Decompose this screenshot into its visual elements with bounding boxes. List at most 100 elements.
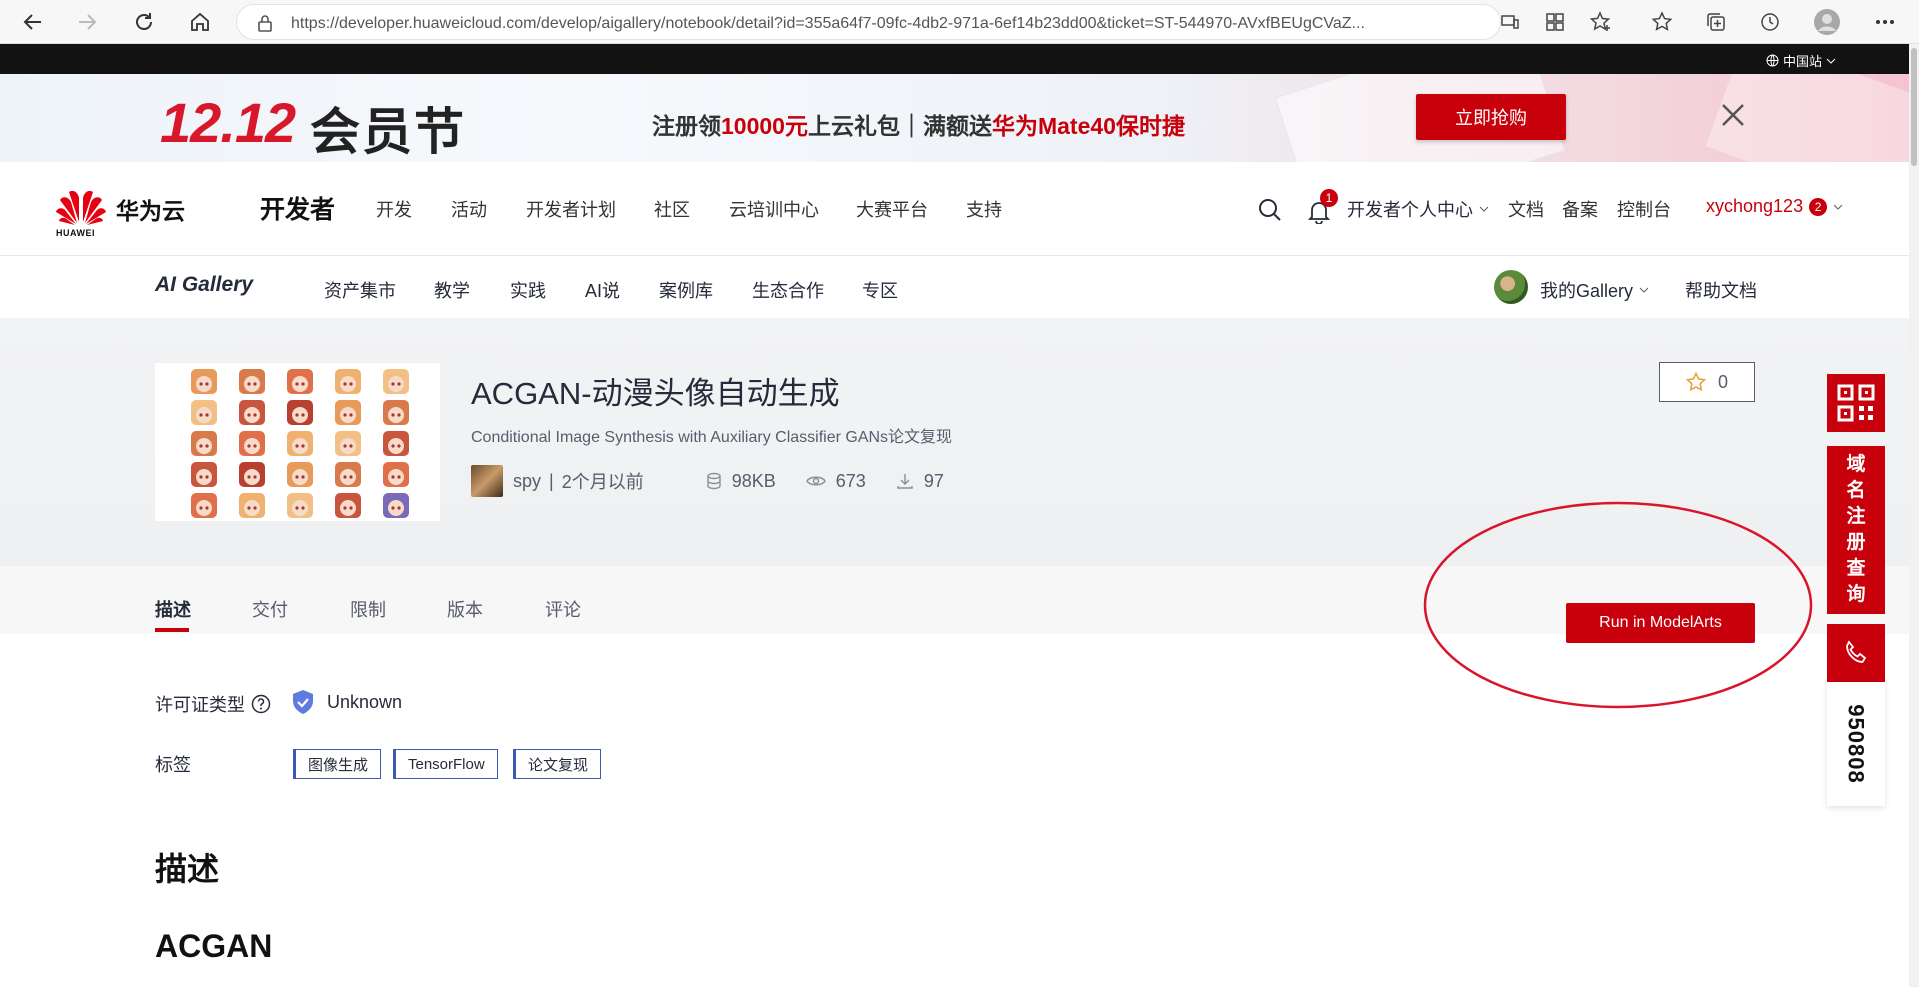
tag-item[interactable]: 图像生成 — [293, 749, 382, 779]
page-scrollbar[interactable] — [1909, 44, 1919, 987]
help-icon[interactable] — [251, 694, 271, 714]
device-icon[interactable] — [1495, 7, 1525, 37]
web-page: 中国站 12.12 会员节 注册领10000元上云礼包｜满额送华为Mate40保… — [0, 44, 1909, 987]
generated-face-tile — [191, 462, 217, 487]
search-icon[interactable] — [1258, 198, 1282, 222]
apps-icon[interactable] — [1540, 7, 1570, 37]
favorites-icon[interactable] — [1647, 7, 1677, 37]
huawei-logo-icon[interactable] — [56, 186, 106, 232]
generated-face-tile — [335, 462, 361, 487]
gallery-nav-cases[interactable]: 案例库 — [659, 277, 713, 303]
author-name[interactable]: spy — [513, 471, 541, 492]
nav-item-community[interactable]: 社区 — [654, 196, 690, 222]
separator: | — [549, 470, 554, 491]
banner-title-number: 12.12 — [160, 91, 296, 154]
refresh-icon[interactable] — [129, 7, 159, 37]
banner-cta-button[interactable]: 立即抢购 — [1416, 94, 1566, 140]
personal-center-menu[interactable]: 开发者个人中心 — [1347, 196, 1489, 222]
gallery-nav-teaching[interactable]: 教学 — [434, 277, 470, 303]
license-text: Unknown — [327, 691, 403, 712]
gallery-nav-market[interactable]: 资产集市 — [324, 277, 396, 303]
nav-item-training[interactable]: 云培训中心 — [729, 196, 819, 222]
nav-item-develop[interactable]: 开发 — [376, 196, 412, 222]
tab-versions[interactable]: 版本 — [447, 596, 483, 622]
user-badge: 2 — [1809, 197, 1828, 216]
collections-icon[interactable] — [1701, 7, 1731, 37]
asset-thumbnail — [155, 363, 440, 521]
asset-size: 98KB — [731, 470, 776, 491]
avatar[interactable] — [1494, 270, 1528, 304]
gallery-nav-ai-talk[interactable]: AI说 — [585, 277, 620, 303]
generated-face-tile — [383, 493, 409, 518]
console-link[interactable]: 控制台 — [1617, 196, 1671, 222]
user-menu[interactable]: xychong123 2 — [1706, 196, 1843, 217]
star-icon — [1685, 372, 1706, 392]
gallery-nav-zone[interactable]: 专区 — [862, 277, 898, 303]
filing-link[interactable]: 备案 — [1562, 196, 1598, 222]
region-selector[interactable]: 中国站 — [1766, 51, 1836, 70]
author-avatar[interactable] — [471, 465, 503, 497]
logo-text[interactable]: 华为云 — [116, 192, 185, 226]
generated-face-tile — [335, 493, 361, 518]
tags-label: 标签 — [155, 755, 191, 775]
asset-meta: spy | 2个月以前 98KB 673 97 — [471, 465, 944, 497]
generated-face-tile — [335, 431, 361, 456]
my-gallery-menu[interactable]: 我的Gallery — [1540, 277, 1649, 303]
tab-description[interactable]: 描述 — [155, 596, 191, 622]
home-icon[interactable] — [185, 7, 215, 37]
asset-title: ACGAN-动漫头像自动生成 — [471, 376, 840, 411]
database-icon — [707, 472, 721, 490]
gallery-nav-ecosystem[interactable]: 生态合作 — [752, 277, 824, 303]
license-label: 许可证类型 — [155, 691, 271, 717]
phone-icon — [1846, 640, 1867, 663]
banner-promo-text: 注册领10000元上云礼包｜满额送华为Mate40保时捷 — [652, 113, 1185, 139]
banner-title-text: 会员节 — [310, 104, 466, 160]
generated-face-tile — [191, 369, 217, 394]
download-count: 97 — [923, 470, 944, 491]
lock-icon[interactable] — [257, 14, 273, 32]
add-favorite-icon[interactable] — [1586, 7, 1616, 37]
scrollbar-thumb[interactable] — [1911, 48, 1917, 166]
url-text[interactable]: https://developer.huaweicloud.com/develo… — [291, 15, 1461, 33]
section-title[interactable]: 开发者 — [260, 190, 335, 226]
qr-code-button[interactable] — [1827, 374, 1885, 432]
nav-item-developer-program[interactable]: 开发者计划 — [526, 196, 616, 222]
chevron-down-icon — [1479, 206, 1489, 212]
forward-icon[interactable] — [72, 7, 102, 37]
gallery-navigation: AI Gallery 资产集市 教学 实践 AI说 案例库 生态合作 专区 我的… — [0, 256, 1909, 318]
browser-toolbar: https://developer.huaweicloud.com/develo… — [0, 0, 1919, 44]
close-icon[interactable] — [1716, 98, 1750, 132]
nav-item-events[interactable]: 活动 — [451, 196, 487, 222]
star-count: 0 — [1717, 371, 1728, 392]
phone-button[interactable] — [1827, 624, 1885, 682]
profile-icon[interactable] — [1812, 7, 1842, 37]
tab-limits[interactable]: 限制 — [350, 596, 386, 622]
help-docs-link[interactable]: 帮助文档 — [1685, 277, 1757, 303]
generated-face-tile — [383, 431, 409, 456]
generated-face-tile — [191, 493, 217, 518]
region-label: 中国站 — [1782, 54, 1822, 69]
promo-banner[interactable]: 12.12 会员节 注册领10000元上云礼包｜满额送华为Mate40保时捷 立… — [0, 74, 1909, 162]
generated-face-tile — [239, 462, 265, 487]
more-icon[interactable] — [1870, 7, 1900, 37]
domain-registration-button[interactable]: 域 名 注 册 查 询 — [1827, 446, 1885, 614]
history-icon[interactable] — [1755, 7, 1785, 37]
active-tab-indicator — [155, 628, 189, 632]
tab-delivery[interactable]: 交付 — [252, 596, 288, 622]
generated-face-tile — [191, 431, 217, 456]
generated-face-tile — [287, 462, 313, 487]
nav-item-support[interactable]: 支持 — [966, 196, 1002, 222]
nav-item-contests[interactable]: 大赛平台 — [856, 196, 928, 222]
tag-item[interactable]: 论文复现 — [513, 749, 602, 779]
tab-comments[interactable]: 评论 — [545, 596, 581, 622]
main-navigation: HUAWEI 华为云 开发者 开发 活动 开发者计划 社区 云培训中心 大赛平台… — [0, 162, 1909, 256]
username: xychong123 — [1706, 196, 1804, 216]
tag-item[interactable]: TensorFlow — [393, 749, 498, 779]
back-icon[interactable] — [18, 7, 48, 37]
star-button[interactable]: 0 — [1659, 362, 1755, 402]
gallery-nav-practice[interactable]: 实践 — [510, 277, 546, 303]
docs-link[interactable]: 文档 — [1508, 196, 1544, 222]
address-bar[interactable]: https://developer.huaweicloud.com/develo… — [236, 4, 1501, 40]
download-icon — [897, 474, 913, 489]
gallery-logo[interactable]: AI Gallery — [155, 273, 253, 297]
